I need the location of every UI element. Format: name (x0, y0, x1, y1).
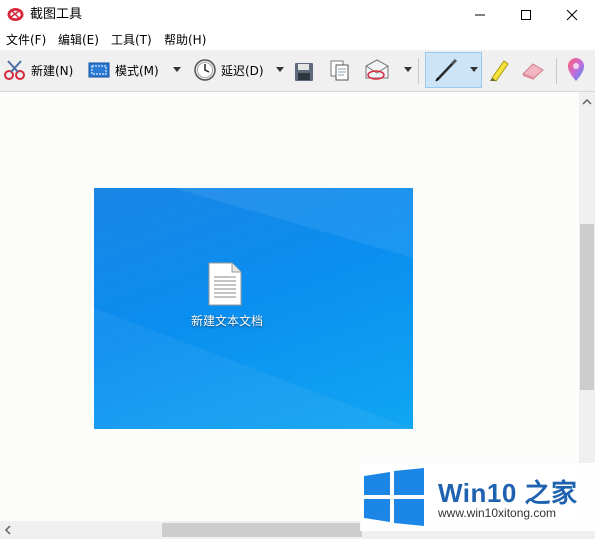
captured-desktop-image: 新建文本文档 (94, 188, 413, 429)
horizontal-scroll-thumb[interactable] (162, 523, 362, 537)
clock-icon (194, 59, 216, 81)
maximize-icon (521, 10, 531, 20)
menu-tools[interactable]: 工具(T) (111, 33, 152, 47)
windows-logo-icon (364, 468, 424, 526)
save-button[interactable] (294, 59, 314, 85)
desktop-light-rays (94, 188, 413, 429)
scroll-left-icon[interactable] (4, 525, 12, 535)
mode-label: 模式(M) (115, 63, 159, 78)
paint3d-button[interactable] (565, 57, 587, 83)
save-icon (295, 63, 313, 81)
send-email-button[interactable] (364, 57, 390, 83)
delay-button[interactable]: 延迟(D) (194, 57, 264, 83)
mode-dropdown-arrow[interactable] (173, 67, 181, 72)
copy-button[interactable] (330, 58, 350, 84)
scissors-icon (4, 60, 25, 80)
copy-icon (330, 60, 349, 81)
mode-button[interactable]: 模式(M) (88, 57, 159, 83)
mode-rect-icon (88, 62, 110, 78)
menu-bar: 文件(F) 编辑(E) 工具(T) 帮助(H) (0, 30, 595, 50)
minimize-icon (475, 14, 485, 16)
watermark-url: www.win10xitong.com (438, 506, 557, 520)
new-snip-button[interactable]: 新建(N) (3, 57, 73, 83)
eraser-button[interactable] (520, 57, 546, 83)
delay-label: 延迟(D) (221, 63, 264, 78)
text-file-icon (208, 262, 242, 306)
menu-file[interactable]: 文件(F) (6, 33, 46, 47)
maximize-button[interactable] (503, 0, 549, 30)
watermark-brand: Win10 之家 (438, 478, 578, 508)
pen-icon (435, 58, 458, 82)
title-bar: 截图工具 (0, 0, 595, 30)
send-dropdown-arrow[interactable] (404, 67, 412, 72)
eraser-icon (522, 63, 544, 80)
highlighter-icon (490, 60, 509, 82)
highlighter-button[interactable] (487, 57, 511, 83)
menu-help[interactable]: 帮助(H) (164, 33, 206, 47)
pen-button[interactable] (433, 57, 459, 83)
scroll-up-icon[interactable] (582, 98, 592, 106)
close-icon (566, 9, 578, 21)
minimize-button[interactable] (457, 0, 503, 30)
paint3d-icon (568, 58, 584, 81)
pen-dropdown-arrow[interactable] (470, 67, 478, 72)
close-button[interactable] (549, 0, 595, 30)
send-email-icon (365, 59, 389, 80)
toolbar-separator-2 (556, 58, 557, 84)
toolbar-separator (418, 58, 419, 84)
menu-edit[interactable]: 编辑(E) (58, 33, 99, 47)
snipping-tool-app-icon (7, 8, 24, 21)
desktop-icon-label: 新建文本文档 (190, 314, 263, 328)
delay-dropdown-arrow[interactable] (276, 67, 284, 72)
vertical-scroll-thumb[interactable] (580, 224, 594, 390)
new-snip-label: 新建(N) (31, 63, 74, 78)
window-title: 截图工具 (30, 7, 83, 22)
